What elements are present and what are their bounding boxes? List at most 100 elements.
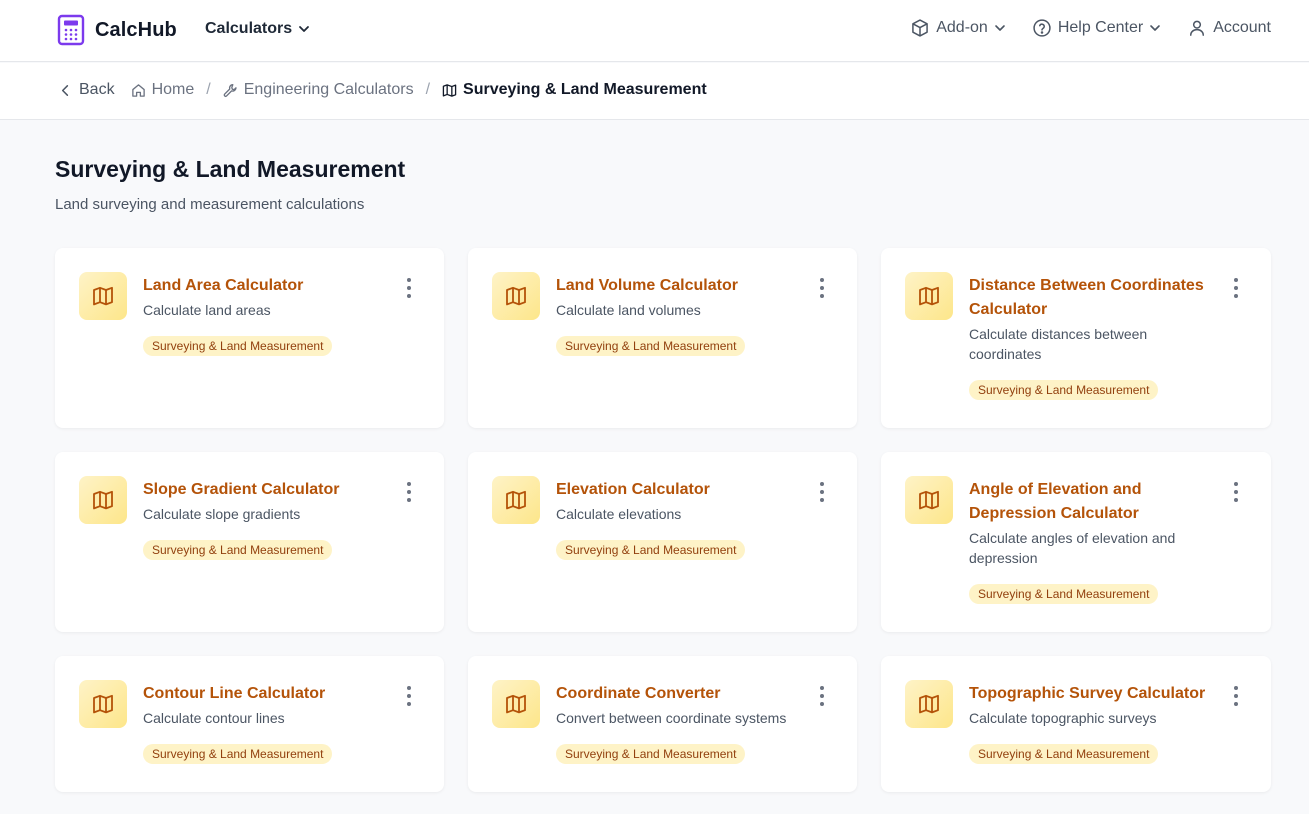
addon-label: Add-on: [936, 19, 988, 36]
card-description: Calculate angles of elevation and depres…: [969, 530, 1176, 566]
category-badge: Surveying & Land Measurement: [556, 540, 746, 560]
breadcrumb-current: Surveying & Land Measurement: [442, 81, 707, 99]
engineering-label: Engineering Calculators: [243, 81, 414, 98]
card-description: Calculate elevations: [556, 506, 682, 522]
account-label: Account: [1213, 19, 1271, 36]
card-title[interactable]: Land Volume Calculator: [556, 274, 805, 298]
card-body: Elevation Calculator Calculate elevations…: [556, 478, 805, 560]
category-badge: Surveying & Land Measurement: [556, 336, 746, 356]
card-body: Angle of Elevation and Depression Calcul…: [969, 478, 1219, 604]
calculator-card[interactable]: Angle of Elevation and Depression Calcul…: [881, 452, 1271, 632]
map-icon: [79, 272, 127, 320]
category-badge: Surveying & Land Measurement: [969, 744, 1159, 764]
addon-menu[interactable]: Add-on: [910, 18, 1006, 38]
calculator-card[interactable]: Land Volume Calculator Calculate land vol…: [468, 248, 857, 428]
package-icon: [912, 19, 929, 37]
home-icon: [131, 83, 145, 97]
top-header: CalcHub Calculators Add-on Help Center A…: [0, 0, 1309, 62]
chevron-down-icon: [995, 25, 1005, 31]
card-title[interactable]: Contour Line Calculator: [143, 682, 392, 706]
card-description: Calculate land areas: [143, 302, 271, 318]
logo-text: CalcHub: [95, 18, 177, 41]
category-badge: Surveying & Land Measurement: [143, 336, 333, 356]
breadcrumb-bar: Back Home / Engineering Calculators / Su…: [0, 63, 1309, 120]
card-body: Land Area Calculator Calculate land areas…: [143, 274, 392, 356]
card-description: Calculate distances between coordinates: [969, 326, 1148, 362]
breadcrumb-home[interactable]: Home: [131, 81, 195, 99]
wrench-icon: [223, 83, 237, 97]
breadcrumb-separator: /: [425, 81, 431, 98]
more-options-icon[interactable]: [819, 482, 825, 502]
user-icon: [1190, 20, 1205, 36]
home-label: Home: [151, 81, 195, 98]
map-icon: [905, 272, 953, 320]
calculator-icon: [57, 14, 85, 46]
help-circle-icon: [1033, 19, 1051, 37]
more-options-icon[interactable]: [406, 482, 412, 502]
chevron-down-icon: [1150, 25, 1160, 31]
calculator-card[interactable]: Land Area Calculator Calculate land areas…: [55, 248, 444, 428]
map-icon: [905, 680, 953, 728]
calculator-card[interactable]: Slope Gradient Calculator Calculate slope…: [55, 452, 444, 632]
card-title[interactable]: Angle of Elevation and Depression Calcul…: [969, 478, 1219, 526]
category-badge: Surveying & Land Measurement: [969, 584, 1159, 604]
more-options-icon[interactable]: [1233, 278, 1239, 298]
card-title[interactable]: Elevation Calculator: [556, 478, 805, 502]
card-title[interactable]: Slope Gradient Calculator: [143, 478, 392, 502]
card-body: Land Volume Calculator Calculate land vol…: [556, 274, 805, 356]
card-title[interactable]: Distance Between Coordinates Calculator: [969, 274, 1219, 322]
calculator-card[interactable]: Contour Line Calculator Calculate contour…: [55, 656, 444, 792]
right-nav: Add-on Help Center Account: [910, 18, 1271, 38]
card-body: Slope Gradient Calculator Calculate slope…: [143, 478, 392, 560]
calculators-menu[interactable]: Calculators: [205, 20, 310, 38]
card-body: Coordinate Converter Convert between coor…: [556, 682, 805, 764]
help-center-menu[interactable]: Help Center: [1032, 18, 1161, 38]
breadcrumb: Back Home / Engineering Calculators / Su…: [58, 81, 707, 99]
map-icon: [79, 680, 127, 728]
logo[interactable]: CalcHub: [57, 14, 177, 46]
card-description: Calculate topographic surveys: [969, 710, 1157, 726]
card-description: Calculate slope gradients: [143, 506, 301, 522]
card-title[interactable]: Land Area Calculator: [143, 274, 392, 298]
map-icon: [492, 476, 540, 524]
back-label: Back: [79, 81, 115, 98]
category-badge: Surveying & Land Measurement: [143, 744, 333, 764]
chevron-left-icon: [61, 84, 69, 96]
calculator-card[interactable]: Distance Between Coordinates Calculator C…: [881, 248, 1271, 428]
more-options-icon[interactable]: [819, 686, 825, 706]
card-title[interactable]: Coordinate Converter: [556, 682, 805, 706]
category-badge: Surveying & Land Measurement: [556, 744, 746, 764]
map-icon: [492, 680, 540, 728]
calculator-card[interactable]: Topographic Survey Calculator Calculate t…: [881, 656, 1271, 792]
map-icon: [492, 272, 540, 320]
more-options-icon[interactable]: [406, 278, 412, 298]
calculator-card[interactable]: Coordinate Converter Convert between coor…: [468, 656, 857, 792]
map-icon: [79, 476, 127, 524]
more-options-icon[interactable]: [406, 686, 412, 706]
more-options-icon[interactable]: [1233, 482, 1239, 502]
category-badge: Surveying & Land Measurement: [143, 540, 333, 560]
card-description: Calculate land volumes: [556, 302, 701, 318]
map-icon: [442, 83, 457, 97]
map-icon: [905, 476, 953, 524]
card-description: Convert between coordinate systems: [556, 710, 787, 726]
card-body: Contour Line Calculator Calculate contour…: [143, 682, 392, 764]
card-description: Calculate contour lines: [143, 710, 285, 726]
card-body: Topographic Survey Calculator Calculate t…: [969, 682, 1219, 764]
card-title[interactable]: Topographic Survey Calculator: [969, 682, 1219, 706]
page-subtitle: Land surveying and measurement calculati…: [55, 196, 365, 213]
breadcrumb-separator: /: [206, 81, 211, 98]
calculators-label: Calculators: [205, 20, 293, 37]
more-options-icon[interactable]: [1233, 686, 1239, 706]
breadcrumb-engineering[interactable]: Engineering Calculators: [223, 81, 414, 99]
chevron-down-icon: [299, 26, 310, 32]
calculator-grid: Land Area Calculator Calculate land areas…: [55, 248, 1271, 792]
account-menu[interactable]: Account: [1187, 18, 1271, 38]
category-badge: Surveying & Land Measurement: [969, 380, 1159, 400]
help-center-label: Help Center: [1057, 19, 1144, 36]
page-title: Surveying & Land Measurement: [55, 156, 406, 182]
card-body: Distance Between Coordinates Calculator C…: [969, 274, 1219, 400]
more-options-icon[interactable]: [819, 278, 825, 298]
back-button[interactable]: Back: [58, 81, 115, 99]
calculator-card[interactable]: Elevation Calculator Calculate elevations…: [468, 452, 857, 632]
